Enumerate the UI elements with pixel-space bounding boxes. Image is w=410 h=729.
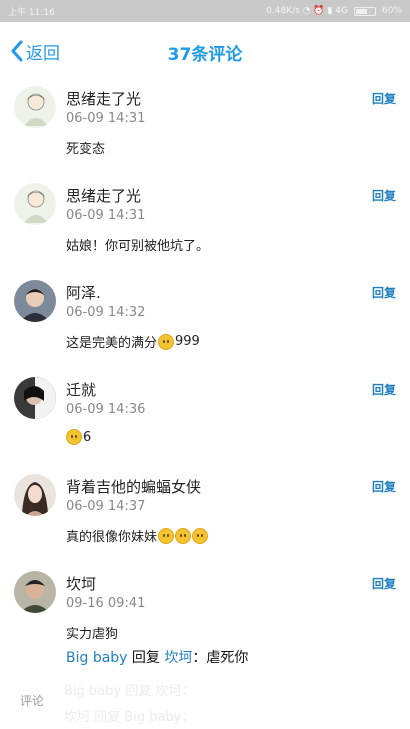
sub-reply-verb: 回复	[131, 650, 160, 666]
sub-reply: Big baby 回复 坎坷：虐死你	[66, 647, 248, 667]
sub-reply-from[interactable]: Big baby	[66, 650, 127, 666]
status-time: 上午 11:16	[8, 7, 55, 18]
comment-author[interactable]: 思绪走了光	[66, 185, 141, 206]
comment-time: 06-09 14:31	[66, 111, 146, 126]
battery-icon	[353, 6, 376, 16]
sub-reply-separator: ：	[192, 650, 207, 666]
status-bar: 上午 11:16 0.48K/s ◔ ⏰ ▮ 4G 60%	[0, 0, 410, 22]
status-icons: 0.48K/s ◔ ⏰ ▮ 4G 60%	[266, 6, 402, 16]
comment-text: 真的很像你妹妹	[66, 530, 158, 545]
sub-reply-to[interactable]: 坎坷	[164, 650, 192, 666]
comment-author[interactable]: 思绪走了光	[66, 88, 141, 109]
comment-item: 背着吉他的蝙蝠女侠 06-09 14:37 回复 真的很像你妹妹	[0, 468, 410, 565]
comment-time: 06-09 14:36	[66, 402, 146, 417]
laugh-cry-emoji-icon	[175, 527, 192, 544]
comment-content: 实力虐狗	[66, 623, 118, 642]
avatar[interactable]	[14, 86, 56, 128]
comment-content: 6	[66, 429, 91, 445]
reply-button[interactable]: 回复	[372, 90, 396, 107]
battery-percent: 60%	[381, 6, 402, 16]
reply-button[interactable]: 回复	[372, 381, 396, 398]
reply-button[interactable]: 回复	[372, 187, 396, 204]
comment-list: 思绪走了光 06-09 14:31 回复 死变态 思绪走了光 06-09 14:…	[0, 80, 410, 666]
comment-text: 实力虐狗	[66, 627, 119, 642]
comment-author[interactable]: 迁就	[66, 379, 96, 400]
smirk-emoji-icon	[158, 333, 175, 350]
comment-time: 06-09 14:31	[66, 208, 146, 223]
laugh-cry-emoji-icon	[158, 527, 175, 544]
comment-text: 姑娘！你可别被他坑了。	[66, 239, 210, 254]
comment-author[interactable]: 阿泽.	[66, 282, 101, 303]
battery-fill	[355, 8, 367, 14]
comment-time: 09-16 09:41	[66, 596, 146, 611]
avatar[interactable]	[14, 280, 56, 322]
reply-button[interactable]: 回复	[372, 478, 396, 495]
comment-content: 姑娘！你可别被他坑了。	[66, 235, 209, 254]
comment-suffix: 999	[175, 334, 200, 349]
reply-button[interactable]: 回复	[372, 575, 396, 592]
comment-input-label: 评论	[20, 694, 45, 708]
page-title: 37条评论	[167, 45, 243, 65]
sub-reply-text: 虐死你	[206, 650, 249, 666]
comment-author[interactable]: 坎坷	[66, 573, 96, 594]
comment-item: 思绪走了光 06-09 14:31 回复 姑娘！你可别被他坑了。	[0, 177, 410, 274]
comment-time: 06-09 14:37	[66, 499, 146, 514]
status-indicators: 0.48K/s ◔ ⏰ ▮ 4G	[266, 6, 348, 16]
comment-suffix: 6	[83, 429, 92, 445]
speechless-emoji-icon	[66, 429, 82, 445]
comment-time: 06-09 14:32	[66, 305, 146, 320]
comment-item: 思绪走了光 06-09 14:31 回复 死变态	[0, 80, 410, 177]
comment-item: 坎坷 09-16 09:41 回复 实力虐狗 Big baby 回复 坎坷：虐死…	[0, 565, 410, 666]
avatar[interactable]	[14, 474, 56, 516]
avatar[interactable]	[14, 571, 56, 613]
comment-content: 这是完美的满分 999	[66, 332, 200, 351]
comment-content: 死变态	[66, 138, 105, 157]
comment-content: 真的很像你妹妹	[66, 526, 209, 545]
comment-author[interactable]: 背着吉他的蝙蝠女侠	[66, 476, 201, 497]
reply-button[interactable]: 回复	[372, 284, 396, 301]
nav-bar: 返回 37条评论	[0, 22, 410, 80]
laugh-cry-emoji-icon	[192, 527, 209, 544]
avatar[interactable]	[14, 183, 56, 225]
comment-item: 阿泽. 06-09 14:32 回复 这是完美的满分 999	[0, 274, 410, 371]
comment-text: 这是完美的满分	[66, 336, 158, 351]
comment-text: 死变态	[66, 142, 106, 157]
comment-input-bar[interactable]: 评论	[0, 684, 410, 718]
comment-item: 迁就 06-09 14:36 回复 6	[0, 371, 410, 468]
avatar[interactable]	[14, 377, 56, 419]
